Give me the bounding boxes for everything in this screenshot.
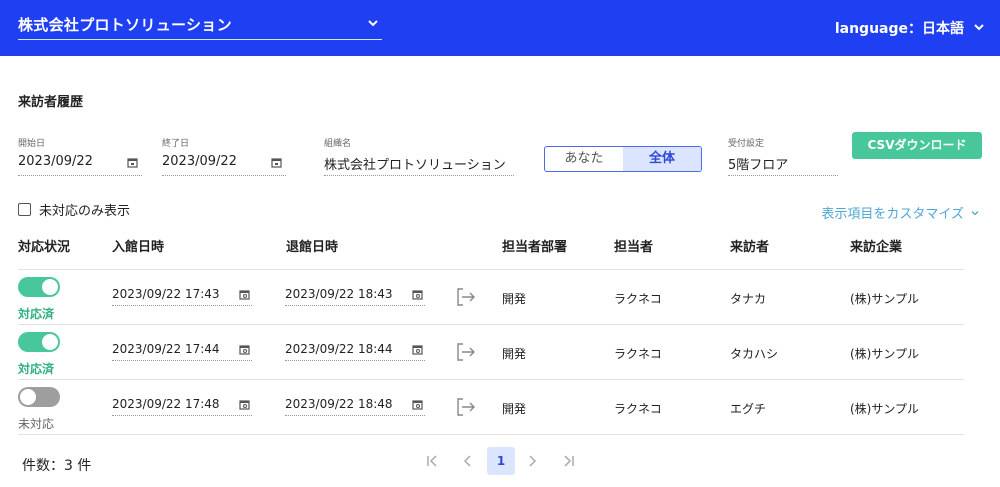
calendar-icon[interactable]	[239, 289, 250, 300]
status-toggle[interactable]	[18, 332, 60, 352]
column-header-checkin[interactable]: 入館日時	[112, 236, 164, 255]
checkout-input[interactable]: 2023/09/22 18:44	[285, 339, 425, 361]
reception-value[interactable]: 5階フロア	[728, 154, 838, 176]
end-date-input[interactable]: 2023/09/22	[162, 154, 286, 176]
company-select[interactable]: 株式会社プロトソリューション	[18, 14, 382, 40]
toggle-option-you[interactable]: あなた	[545, 147, 623, 171]
column-header-department[interactable]: 担当者部署	[502, 236, 567, 255]
start-date-input[interactable]: 2023/09/22	[18, 154, 142, 176]
calendar-icon[interactable]	[412, 399, 423, 410]
end-date-value: 2023/09/22	[162, 154, 237, 169]
chevron-down-icon[interactable]	[972, 20, 986, 38]
page-number-current[interactable]: 1	[487, 447, 515, 475]
page-title: 来訪者履歴	[18, 95, 84, 110]
company-cell: (株)サンプル	[850, 402, 920, 416]
toggle-option-all[interactable]: 全体	[623, 147, 701, 171]
column-header-visitor[interactable]: 来訪者	[730, 236, 769, 255]
company-cell: (株)サンプル	[850, 292, 920, 306]
prev-page-icon[interactable]	[454, 447, 482, 475]
host-cell: ラクネコ	[614, 347, 662, 361]
visitor-cell: タナカ	[730, 292, 767, 306]
table-row: 未対応 2023/09/22 17:48 2023/09/22 18:48 開発…	[0, 380, 1000, 434]
visitor-cell: エグチ	[730, 402, 767, 416]
language-select[interactable]: language：日本語	[835, 18, 964, 38]
unhandled-only-label: 未対応のみ表示	[39, 204, 131, 219]
table-divider	[18, 434, 964, 435]
top-header: 株式会社プロトソリューション language：日本語	[0, 0, 1000, 56]
calendar-icon[interactable]	[239, 344, 250, 355]
column-header-company[interactable]: 来訪企業	[850, 236, 902, 255]
checkin-value: 2023/09/22 17:48	[112, 397, 220, 411]
column-header-host[interactable]: 担当者	[614, 236, 653, 255]
exit-arrow-icon[interactable]	[456, 288, 476, 306]
checkin-input[interactable]: 2023/09/22 17:44	[112, 339, 252, 361]
department-cell: 開発	[502, 292, 527, 306]
checkin-input[interactable]: 2023/09/22 17:43	[112, 284, 252, 306]
csv-download-button[interactable]: CSVダウンロード	[852, 132, 982, 159]
checkout-input[interactable]: 2023/09/22 18:48	[285, 394, 425, 416]
status-toggle[interactable]	[18, 277, 60, 297]
company-cell: (株)サンプル	[850, 347, 920, 361]
checkout-value: 2023/09/22 18:48	[285, 397, 393, 411]
table-row: 対応済 2023/09/22 17:44 2023/09/22 18:44 開発…	[0, 325, 1000, 379]
calendar-icon[interactable]	[412, 344, 423, 355]
checkout-value: 2023/09/22 18:44	[285, 342, 393, 356]
chevron-down-icon	[366, 16, 380, 34]
checkout-input[interactable]: 2023/09/22 18:43	[285, 284, 425, 306]
reception-label: 受付設定	[728, 139, 765, 149]
exit-arrow-icon[interactable]	[456, 343, 476, 361]
organization-label: 組織名	[324, 139, 352, 149]
end-date-field[interactable]: 終了日 2023/09/22	[162, 136, 286, 176]
organization-value[interactable]: 株式会社プロトソリューション	[324, 154, 514, 176]
column-header-status[interactable]: 対応状況	[18, 236, 70, 255]
calendar-icon[interactable]	[127, 157, 138, 172]
exit-arrow-icon[interactable]	[456, 398, 476, 416]
customize-columns-link[interactable]: 表示項目をカスタマイズ	[821, 203, 980, 222]
reception-field[interactable]: 受付設定 5階フロア	[728, 136, 838, 176]
customize-label: 表示項目をカスタマイズ	[821, 207, 964, 222]
chevron-down-icon	[971, 210, 979, 215]
column-header-checkout[interactable]: 退館日時	[286, 236, 338, 255]
last-page-icon[interactable]	[555, 447, 583, 475]
scope-toggle: あなた 全体	[544, 146, 702, 172]
company-name: 株式会社プロトソリューション	[18, 16, 232, 34]
status-toggle[interactable]	[18, 387, 60, 407]
status-label: 未対応	[18, 417, 55, 431]
organization-field[interactable]: 組織名 株式会社プロトソリューション	[324, 136, 514, 176]
start-date-value: 2023/09/22	[18, 154, 93, 169]
end-date-label: 終了日	[162, 139, 190, 149]
start-date-field[interactable]: 開始日 2023/09/22	[18, 136, 142, 176]
checkout-value: 2023/09/22 18:43	[285, 287, 393, 301]
department-cell: 開発	[502, 402, 527, 416]
department-cell: 開発	[502, 347, 527, 361]
calendar-icon[interactable]	[271, 157, 282, 172]
result-count: 件数：3 件	[22, 458, 92, 474]
next-page-icon[interactable]	[518, 447, 546, 475]
visitor-cell: タカハシ	[730, 347, 779, 361]
host-cell: ラクネコ	[614, 402, 662, 416]
first-page-icon[interactable]	[418, 447, 446, 475]
calendar-icon[interactable]	[239, 399, 250, 410]
checkin-value: 2023/09/22 17:44	[112, 342, 220, 356]
unhandled-only-filter[interactable]: 未対応のみ表示	[18, 200, 130, 219]
checkin-input[interactable]: 2023/09/22 17:48	[112, 394, 252, 416]
unhandled-only-checkbox[interactable]	[18, 203, 31, 216]
start-date-label: 開始日	[18, 139, 46, 149]
calendar-icon[interactable]	[412, 289, 423, 300]
status-label: 対応済	[18, 362, 55, 376]
host-cell: ラクネコ	[614, 292, 662, 306]
table-row: 対応済 2023/09/22 17:43 2023/09/22 18:43 開発…	[0, 270, 1000, 324]
checkin-value: 2023/09/22 17:43	[112, 287, 220, 301]
status-label: 対応済	[18, 307, 55, 321]
